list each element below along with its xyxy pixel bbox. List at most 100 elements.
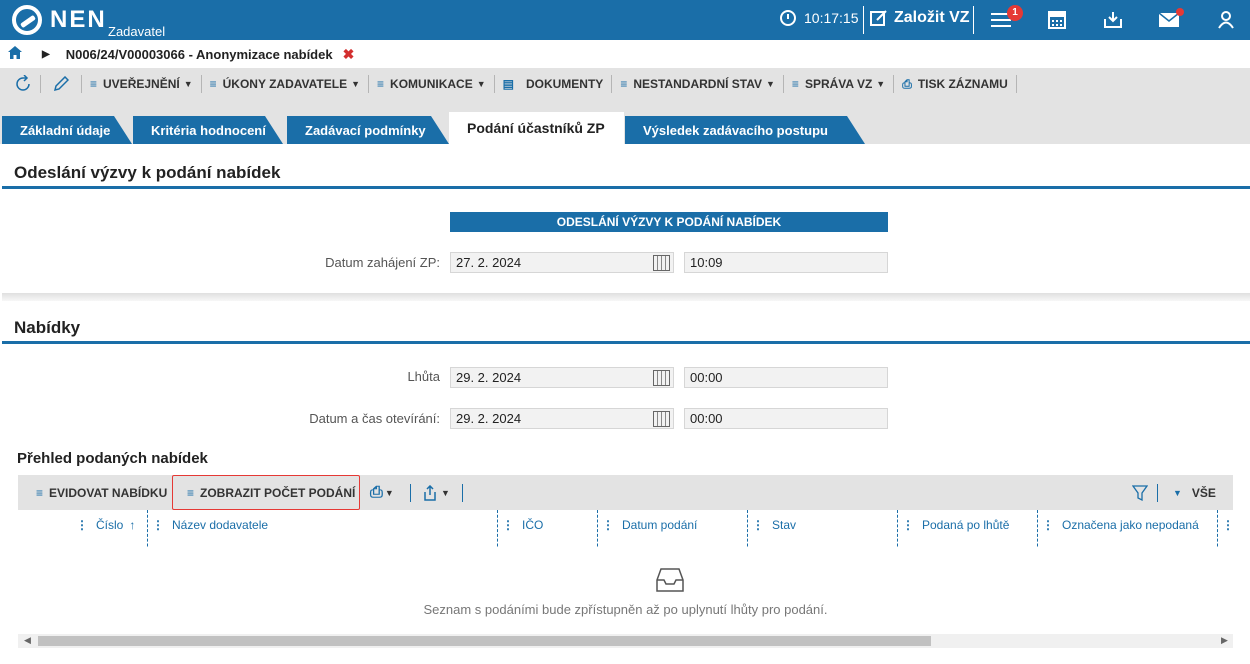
column-marked-unsubmitted-label: Označena jako nepodaná (1062, 518, 1199, 532)
tab-conditions[interactable]: Zadávací podmínky (287, 116, 449, 144)
menu-nonstandard[interactable]: ≡ NESTANDARDNÍ STAV ▼ (612, 75, 784, 93)
opening-date-field[interactable]: 29. 2. 2024 (450, 408, 674, 429)
deadline-time-field[interactable]: 00:00 (684, 367, 888, 388)
menu-publication-label: UVEŘEJNĚNÍ (103, 77, 180, 91)
inbox-download-icon[interactable] (1102, 10, 1124, 30)
start-date-label: Datum zahájení ZP: (325, 255, 440, 270)
column-menu-icon[interactable]: ⋮ (1042, 518, 1054, 532)
calendar-icon[interactable] (653, 255, 670, 271)
top-bar: NEN Zadavatel 10:17:15 Založit VZ 1 (0, 0, 1250, 40)
menu-actions-label: ÚKONY ZADAVATELE (222, 77, 348, 91)
register-offer-label: EVIDOVAT NABÍDKU (49, 485, 168, 500)
caret-down-icon: ▼ (441, 487, 450, 498)
tab-basic-info[interactable]: Základní údaje (2, 116, 132, 144)
logo-subtitle: Zadavatel (108, 24, 166, 39)
filter-icon (1132, 484, 1148, 501)
view-selector[interactable]: ▼ VŠE (1173, 475, 1216, 510)
opening-time-value: 00:00 (690, 411, 723, 426)
column-menu-icon[interactable]: ⋮ (1222, 518, 1234, 532)
user-icon[interactable] (1215, 10, 1237, 30)
invitation-banner: ODESLÁNÍ VÝZVY K PODÁNÍ NABÍDEK (450, 212, 888, 232)
scroll-left-icon[interactable]: ◀ (24, 635, 31, 646)
menu-management[interactable]: ≡ SPRÁVA VZ ▼ (784, 75, 895, 93)
list-icon: ≡ (620, 77, 628, 91)
close-icon[interactable]: ✖ (343, 46, 355, 63)
document-icon: ▤ (502, 77, 514, 91)
breadcrumb: ▶ N006/24/V00003066 - Anonymizace nabíde… (0, 40, 1250, 68)
nen-logo[interactable]: NEN (12, 5, 107, 35)
edit-button[interactable] (41, 75, 82, 93)
breadcrumb-title[interactable]: N006/24/V00003066 - Anonymizace nabídek (66, 47, 333, 62)
scroll-right-icon[interactable]: ▶ (1221, 635, 1228, 646)
column-menu-icon[interactable]: ⋮ (752, 518, 764, 532)
list-icon: ≡ (36, 485, 44, 500)
menu-management-label: SPRÁVA VZ (804, 77, 873, 91)
tab-criteria[interactable]: Kritéria hodnocení (133, 116, 283, 144)
register-offer-button[interactable]: ≡ EVIDOVAT NABÍDKU (36, 475, 167, 510)
column-supplier[interactable]: ⋮ Název dodavatele (152, 518, 268, 532)
tab-result[interactable]: Výsledek zadávacího postupu (625, 116, 865, 144)
menu-print[interactable]: ⎙ TISK ZÁZNAMU (894, 75, 1017, 93)
column-menu-icon[interactable]: ⋮ (502, 518, 514, 532)
column-ico-label: IČO (522, 518, 544, 532)
calculator-icon[interactable] (1046, 10, 1068, 30)
create-contract-button[interactable]: Založit VZ (870, 9, 970, 27)
clock-icon (780, 10, 796, 26)
calendar-icon[interactable] (653, 411, 670, 427)
column-ico[interactable]: ⋮ IČO (502, 518, 543, 532)
column-menu-icon[interactable]: ⋮ (602, 518, 614, 532)
logo-circle-icon (12, 5, 42, 35)
grid-body: Seznam s podáními bude zpřístupněn až po… (18, 548, 1233, 634)
menu-print-label: TISK ZÁZNAMU (917, 77, 1008, 91)
start-date-field[interactable]: 27. 2. 2024 (450, 252, 674, 273)
start-time-field[interactable]: 10:09 (684, 252, 888, 273)
pencil-icon (53, 76, 69, 92)
section-invitation-title: Odeslání výzvy k podání nabídek (2, 159, 1250, 189)
tab-submissions[interactable]: Podání účastníků ZP (449, 112, 624, 144)
print-grid-button[interactable]: ⎙ ▼ (370, 475, 394, 510)
start-time-value: 10:09 (690, 255, 723, 270)
menu-actions[interactable]: ≡ ÚKONY ZADAVATELE ▼ (202, 75, 370, 93)
action-toolbar: ≡ UVEŘEJNĚNÍ ▼ ≡ ÚKONY ZADAVATELE ▼ ≡ KOMUNIK… (0, 68, 1250, 100)
calendar-icon[interactable] (653, 370, 670, 386)
menu-documents[interactable]: ▤ DOKUMENTY (495, 75, 613, 93)
home-icon[interactable] (8, 46, 22, 62)
opening-time-field[interactable]: 00:00 (684, 408, 888, 429)
caret-down-icon: ▼ (1173, 487, 1182, 498)
notification-badge: 1 (1007, 5, 1023, 21)
create-contract-label: Založit VZ (894, 9, 970, 26)
menu-communication[interactable]: ≡ KOMUNIKACE ▼ (369, 75, 495, 93)
column-number-label: Číslo (96, 518, 124, 532)
caret-down-icon: ▼ (351, 79, 361, 89)
refresh-button[interactable] (0, 75, 41, 93)
column-menu-icon[interactable]: ⋮ (76, 518, 88, 532)
column-submission-date[interactable]: ⋮ Datum podání (602, 518, 697, 532)
column-status[interactable]: ⋮ Stav (752, 518, 796, 532)
sort-asc-icon: ↑ (129, 518, 136, 532)
column-menu-icon[interactable]: ⋮ (902, 518, 914, 532)
divider (1157, 484, 1158, 502)
deadline-label: Lhůta (407, 369, 440, 384)
column-late[interactable]: ⋮ Podaná po lhůtě (902, 518, 1009, 532)
scrollbar-thumb[interactable] (38, 636, 931, 646)
grid-header: ⋮ Číslo ↑ ⋮ Název dodavatele ⋮ IČO ⋮ Datum po… (18, 510, 1234, 556)
horizontal-scrollbar[interactable]: ◀ ▶ (18, 634, 1233, 648)
grid-toolbar: ≡ EVIDOVAT NABÍDKU ≡ ZOBRAZIT POČET PODÁ… (18, 475, 1233, 510)
show-submission-count-label: ZOBRAZIT POČET PODÁNÍ (200, 485, 356, 500)
clock-time: 10:17:15 (804, 10, 859, 26)
menu-nonstandard-label: NESTANDARDNÍ STAV (633, 77, 762, 91)
export-icon (424, 484, 436, 501)
filter-button[interactable] (1132, 475, 1148, 510)
deadline-date-field[interactable]: 29. 2. 2024 (450, 367, 674, 388)
column-menu-more[interactable]: ⋮ (1222, 518, 1242, 532)
column-number[interactable]: ⋮ Číslo ↑ (76, 518, 135, 532)
column-menu-icon[interactable]: ⋮ (152, 518, 164, 532)
menu-documents-label: DOKUMENTY (525, 77, 604, 91)
grid-title: Přehled podaných nabídek (17, 450, 208, 467)
tab-bar: Základní údaje Kritéria hodnocení Zadáva… (0, 100, 1250, 144)
export-button[interactable]: ▼ (422, 475, 450, 510)
column-marked-unsubmitted[interactable]: ⋮ Označena jako nepodaná (1042, 518, 1199, 532)
menu-publication[interactable]: ≡ UVEŘEJNĚNÍ ▼ (82, 75, 202, 93)
show-submission-count-button[interactable]: ≡ ZOBRAZIT POČET PODÁNÍ (172, 475, 360, 510)
printer-icon: ⎙ (370, 483, 383, 501)
